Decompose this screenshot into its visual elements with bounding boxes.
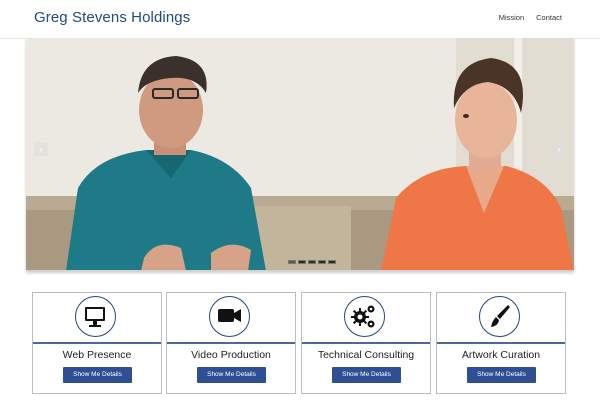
card-icon-area [302,293,430,344]
video-camera-icon [209,296,250,337]
service-card-video-production: Video Production Show Me Details [166,292,296,394]
show-details-button[interactable]: Show Me Details [332,367,401,383]
chevron-right-icon: › [557,144,561,154]
card-icon-area [167,293,295,344]
carousel-prev-button[interactable]: ‹ [34,142,48,156]
card-icon-area [33,293,161,344]
service-card-artwork-curation: Artwork Curation Show Me Details [436,292,566,394]
gears-icon [344,296,385,337]
carousel-indicator-2[interactable] [298,260,306,264]
carousel-indicator-1[interactable] [288,260,296,264]
page: Greg Stevens Holdings Mission Contact ‹ … [0,0,600,400]
service-title: Video Production [191,349,271,361]
show-details-button[interactable]: Show Me Details [63,367,132,383]
show-details-button[interactable]: Show Me Details [197,367,266,383]
carousel-indicator-3[interactable] [308,260,316,264]
service-title: Technical Consulting [317,349,415,361]
chevron-left-icon: ‹ [39,144,43,154]
nav-link-contact[interactable]: Contact [536,13,562,22]
service-title: Web Presence [62,349,132,361]
nav-link-mission[interactable]: Mission [499,13,524,22]
carousel-slide-image [26,38,574,270]
service-card-technical-consulting: Technical Consulting Show Me Details [301,292,431,394]
main-nav: Mission Contact [499,13,562,22]
hero-carousel: ‹ › [26,38,574,271]
monitor-icon [75,296,116,337]
paintbrush-icon [479,296,520,337]
card-icon-area [437,293,565,344]
service-title: Artwork Curation [461,349,541,361]
carousel-indicators [288,260,336,264]
service-card-web-presence: Web Presence Show Me Details [32,292,162,394]
top-navbar: Greg Stevens Holdings Mission Contact [0,0,600,39]
carousel-indicator-5[interactable] [328,260,336,264]
carousel-indicator-4[interactable] [318,260,326,264]
brand-logo-text[interactable]: Greg Stevens Holdings [34,9,190,26]
show-details-button[interactable]: Show Me Details [467,367,536,383]
carousel-next-button[interactable]: › [552,142,566,156]
